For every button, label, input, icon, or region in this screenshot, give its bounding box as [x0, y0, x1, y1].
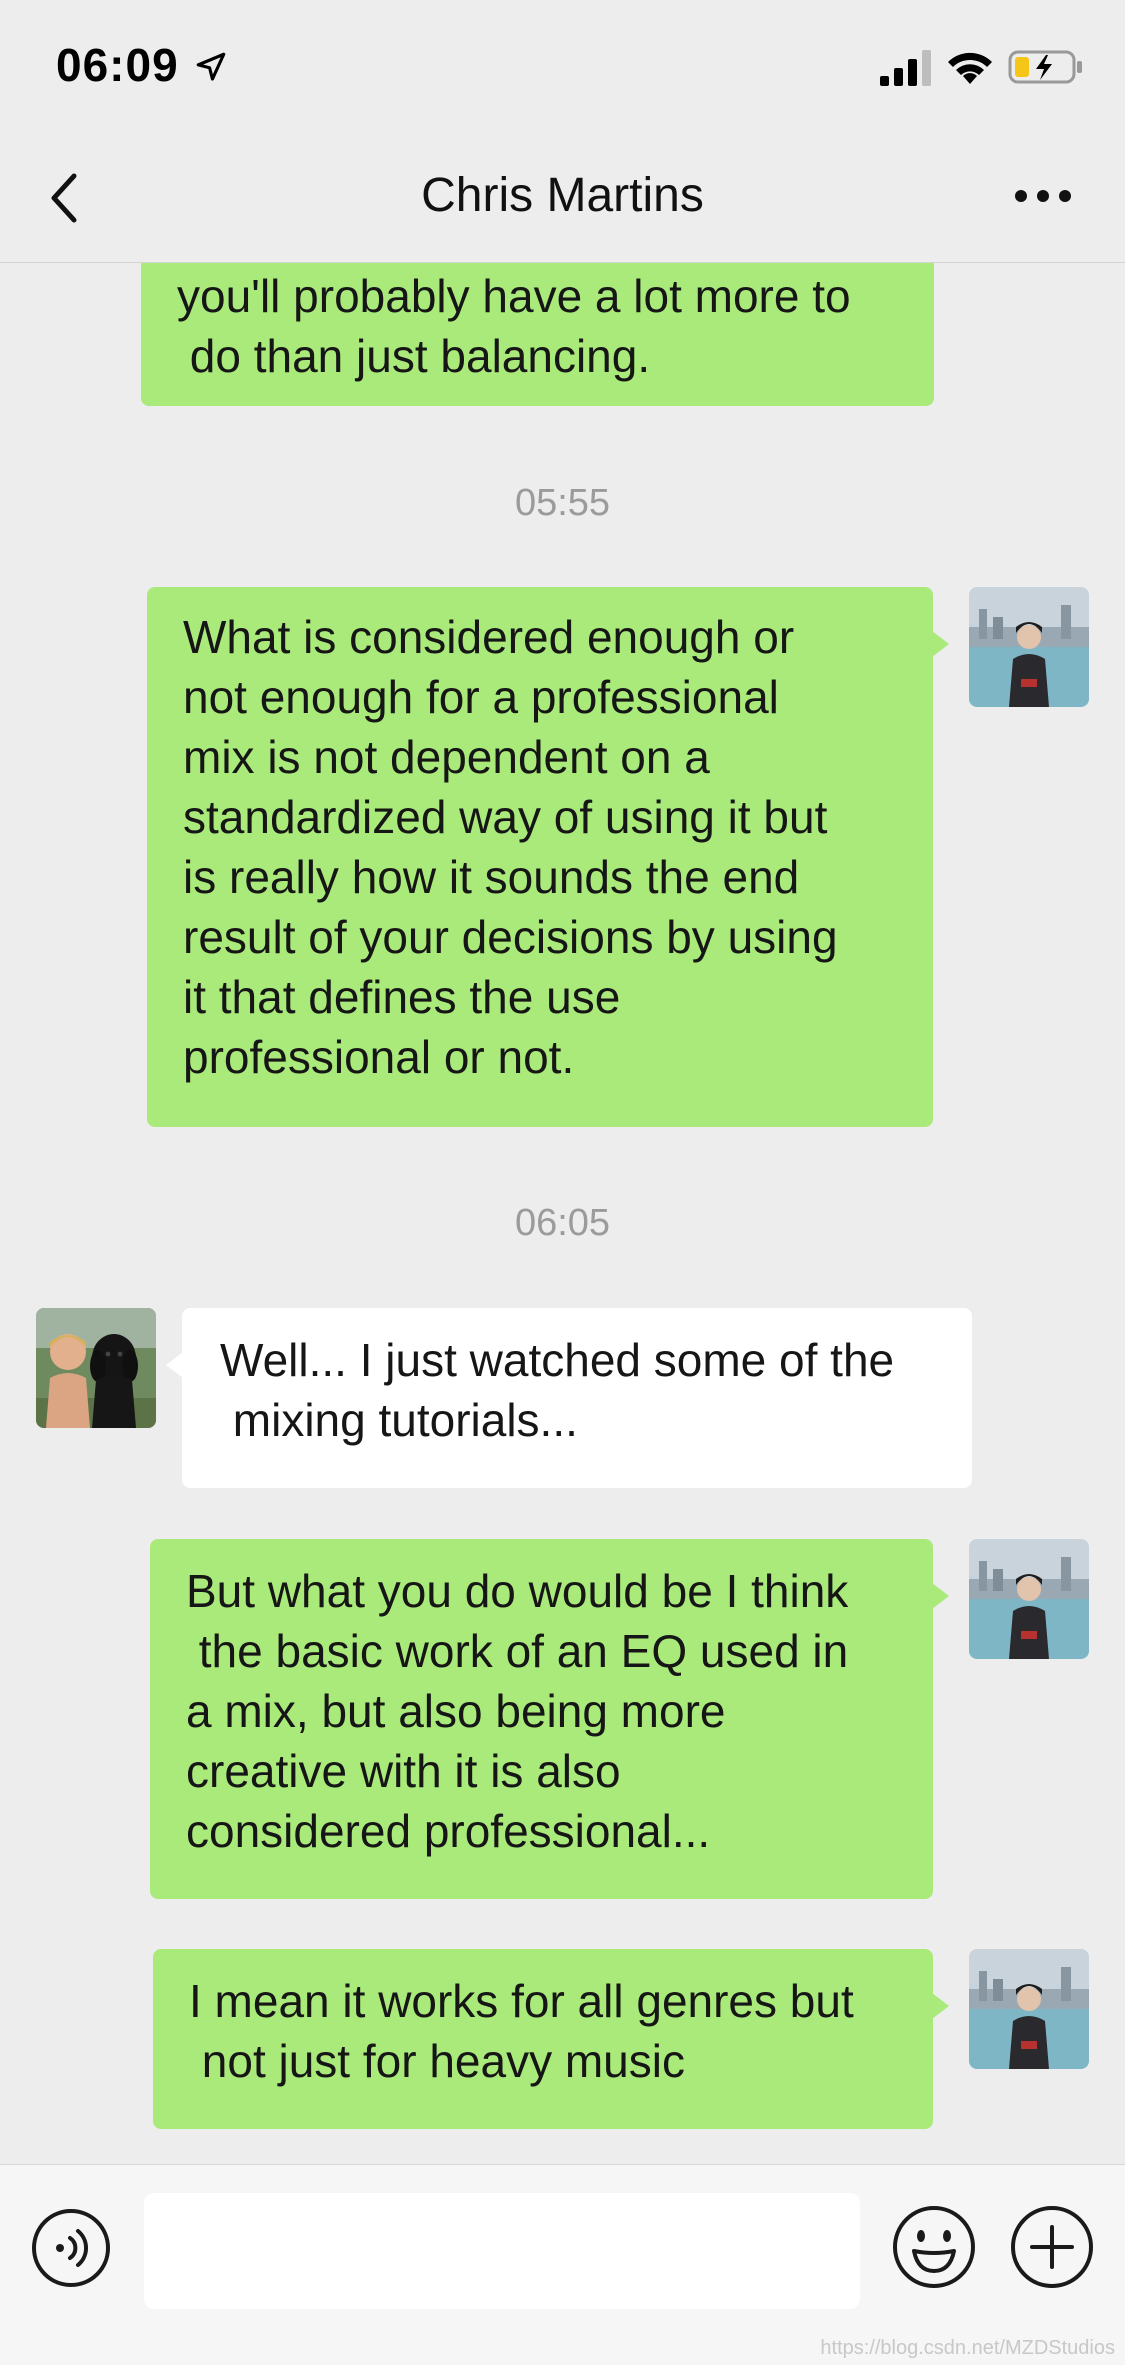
input-bar: https://blog.csdn.net/MZDStudios [0, 2164, 1125, 2365]
chat-screen: 06:09 Chris Martins you'll probably have… [0, 0, 1125, 2365]
message-bubble-outgoing[interactable]: you'll probably have a lot more to do th… [141, 262, 934, 406]
message-timestamp: 06:05 [514, 1202, 611, 1244]
my-avatar[interactable] [969, 1949, 1089, 2069]
watermark: https://blog.csdn.net/MZDStudios [820, 2337, 1115, 2359]
message-bubble-outgoing[interactable]: What is considered enough or not enough … [147, 587, 949, 1127]
my-avatar[interactable] [969, 587, 1089, 707]
more-dots-icon[interactable] [1013, 182, 1073, 210]
contact-avatar[interactable] [36, 1308, 156, 1428]
message-list[interactable]: you'll probably have a lot more to do th… [0, 262, 1125, 2164]
message-input[interactable] [144, 2193, 860, 2309]
nav-bar: Chris Martins [0, 130, 1125, 263]
chat-title: Chris Martins [421, 169, 704, 222]
person-with-dog-photo-icon [36, 1308, 156, 1428]
message-bubble-outgoing[interactable]: But what you do would be I think the bas… [150, 1539, 949, 1899]
cellular-signal-icon [880, 50, 931, 86]
message-bubble-incoming[interactable]: Well... I just watched some of the mixin… [166, 1308, 972, 1488]
message-bubble-outgoing[interactable]: I mean it works for all genres but not j… [153, 1949, 949, 2129]
person-photo-icon [969, 1539, 1089, 1659]
person-photo-icon [969, 587, 1089, 707]
plus-icon[interactable] [1008, 2203, 1096, 2291]
location-arrow-icon [196, 52, 226, 81]
my-avatar[interactable] [969, 1539, 1089, 1659]
status-time: 06:09 [56, 39, 179, 91]
battery-charging-icon [1008, 50, 1082, 84]
status-bar: 06:09 [0, 0, 1125, 130]
wifi-icon [948, 52, 992, 84]
emoji-icon[interactable] [890, 2203, 978, 2291]
voice-icon[interactable] [30, 2207, 112, 2289]
person-photo-icon [969, 1949, 1089, 2069]
message-timestamp: 05:55 [514, 482, 611, 524]
